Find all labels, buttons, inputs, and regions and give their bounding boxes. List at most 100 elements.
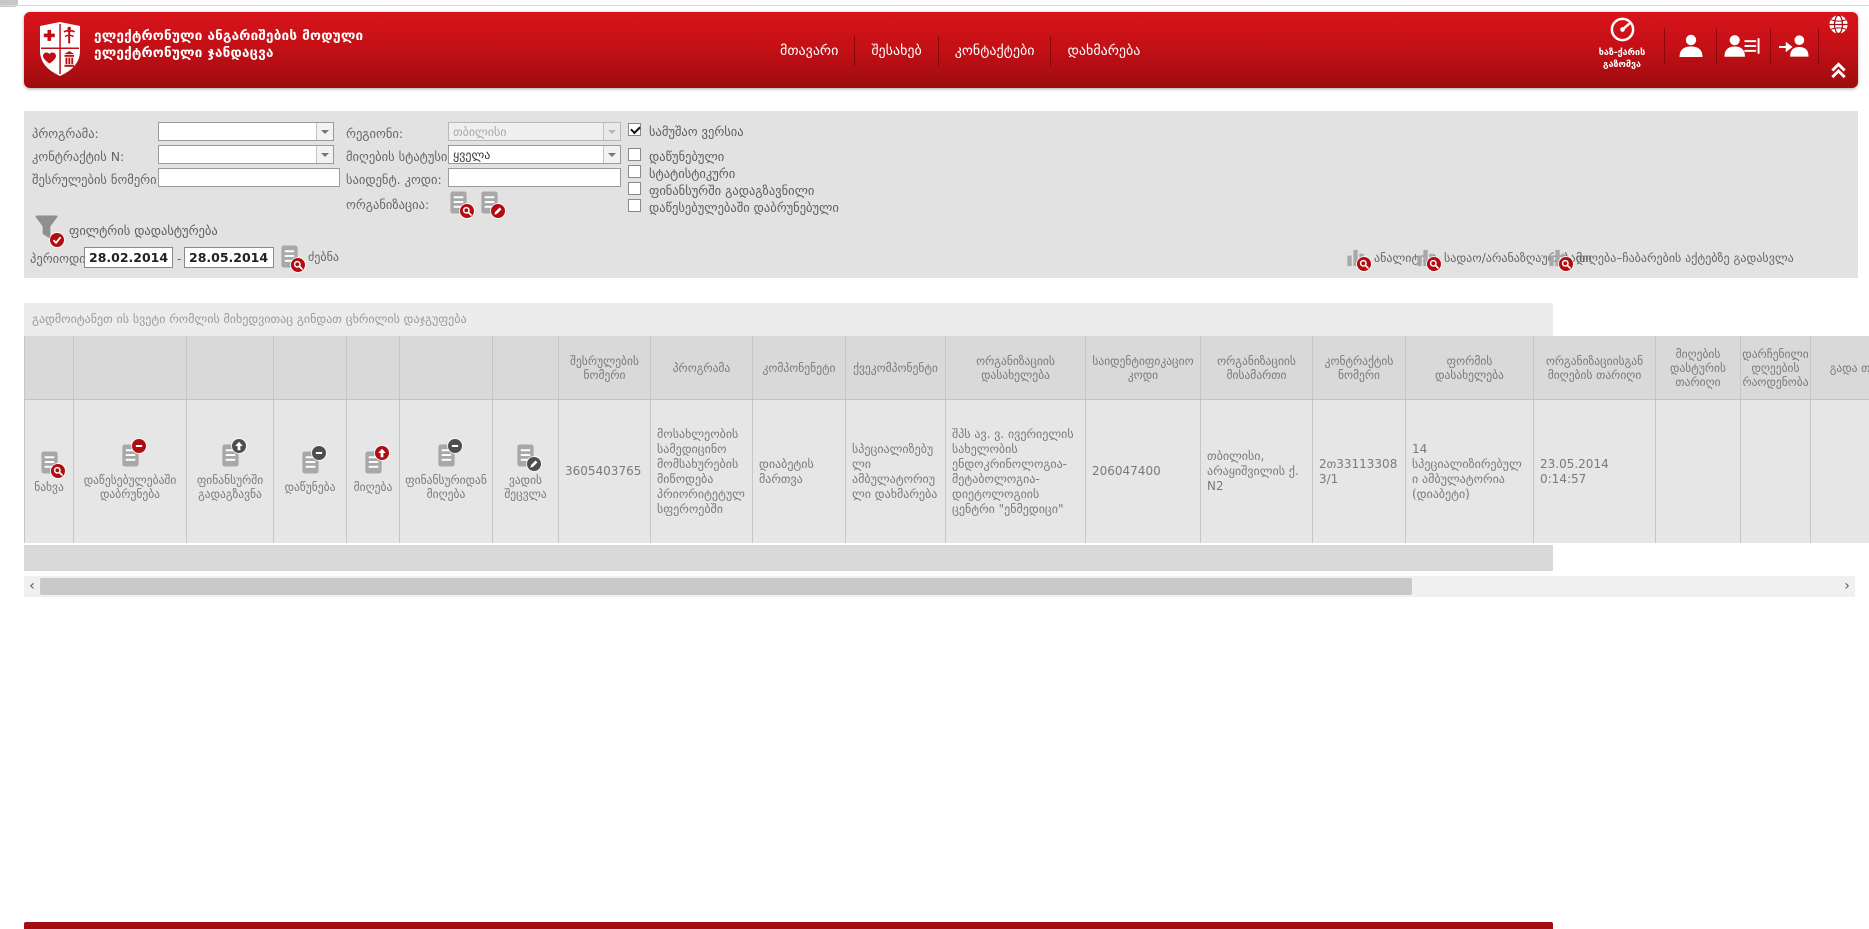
organization-search-button[interactable] xyxy=(448,190,469,218)
column-header-component[interactable]: კომპონენეტი xyxy=(753,336,846,399)
column-header-identification-code[interactable]: საიდენტიფიკაციო კოდი xyxy=(1086,336,1201,399)
cell-organization-address: თბილისი, არაყიშვილის ქ. N2 xyxy=(1201,400,1313,543)
checkbox-statistical[interactable] xyxy=(628,165,641,178)
column-header-change-deadline xyxy=(493,336,559,399)
contract-select[interactable] xyxy=(158,145,334,164)
document-icon xyxy=(436,443,457,468)
cell-component: დიაბეტის მართვა xyxy=(753,400,846,543)
scrollbar-thumb[interactable] xyxy=(40,578,1412,595)
user-switch-icon[interactable] xyxy=(1778,33,1809,63)
filter-confirm-label: ფილტრის დადასტურება xyxy=(69,223,218,238)
collapse-header-icon[interactable] xyxy=(1829,61,1848,84)
column-header-organization-address[interactable]: ორგანიზაციის მისამართი xyxy=(1201,336,1313,399)
status-select[interactable]: ყველა xyxy=(448,145,621,164)
column-header-received-from-org-date[interactable]: ორგანიზაციისგან მიღების თარიღი xyxy=(1534,336,1656,399)
checkbox-working-version-label: სამუშაო ვერსია xyxy=(649,124,744,139)
speed-test-label-line2: გაზომვა xyxy=(1584,60,1660,71)
period-from-input[interactable] xyxy=(84,247,173,268)
chevron-down-icon xyxy=(603,123,620,140)
document-icon xyxy=(515,443,536,468)
header-separator xyxy=(1818,28,1819,64)
user-profile-icon[interactable] xyxy=(1676,33,1706,63)
acceptance-acts-button[interactable]: მიღება–ჩაბარების აქტებზე გადასვლა xyxy=(1547,247,1794,268)
chevron-down-icon xyxy=(316,123,333,140)
pencil-badge-icon xyxy=(491,204,505,218)
speedometer-icon xyxy=(1609,28,1636,47)
row-action-reject[interactable]: დაწუნება xyxy=(274,400,347,543)
row-action-label: ნახვა xyxy=(34,480,64,494)
row-action-change-deadline[interactable]: ვადის შეცვლა xyxy=(493,400,559,543)
app-title: ელექტრონული ანგარიშების მოდული ელექტრონუ… xyxy=(94,28,363,62)
search-button-label: ძებნა xyxy=(308,250,339,264)
period-separator: - xyxy=(177,251,182,266)
header-separator xyxy=(1770,28,1771,64)
scroll-left-arrow-icon[interactable]: ‹ xyxy=(24,576,40,597)
column-header-remaining-days[interactable]: დარჩენილი დღეების რაოდენობა xyxy=(1741,336,1811,399)
row-action-label: ვადის შეცვლა xyxy=(495,473,556,501)
scroll-right-arrow-icon[interactable]: › xyxy=(1839,576,1855,597)
period-to-input[interactable] xyxy=(184,247,274,268)
cell-organization-name: შპს ავ. ვ. ივერიელის სახელობის ენდოკრინო… xyxy=(946,400,1086,543)
column-header-organization-name[interactable]: ორგანიზაციის დასახელება xyxy=(946,336,1086,399)
region-label: რეგიონი: xyxy=(346,126,403,141)
checkbox-returned-to-institution[interactable] xyxy=(628,199,641,212)
bar-chart-icon xyxy=(1345,247,1366,268)
column-header-contract-number[interactable]: კონტრაქტის ნომერი xyxy=(1313,336,1406,399)
row-action-view[interactable]: ნახვა xyxy=(25,400,74,543)
column-header-program[interactable]: პროგრამა xyxy=(651,336,753,399)
period-label: პერიოდი xyxy=(30,251,86,266)
cell-program: მოსახლეობის სამედიცინო მომსახურების მიწო… xyxy=(651,400,753,543)
magnifier-badge-icon xyxy=(51,464,65,478)
header-separator xyxy=(1664,28,1665,64)
column-header-subcomponent[interactable]: ქვეკომპონენტი xyxy=(846,336,946,399)
page-footer-bar xyxy=(24,922,1553,929)
minus-badge-icon xyxy=(312,446,326,460)
checkbox-sent-to-financial[interactable] xyxy=(628,182,641,195)
column-header-form-name[interactable]: ფორმის დასახელება xyxy=(1406,336,1534,399)
filter-confirm-button[interactable]: ფილტრის დადასტურება xyxy=(34,214,218,244)
column-header-performance-number[interactable]: შესრულების ნომერი xyxy=(559,336,651,399)
cell-clipped xyxy=(1811,400,1869,543)
column-header-clipped[interactable]: გადა თა xyxy=(1811,336,1869,399)
horizontal-scrollbar[interactable]: ‹ › xyxy=(24,576,1855,597)
minus-badge-icon xyxy=(132,439,146,453)
header-separator xyxy=(1716,28,1717,64)
cell-form-name: 14 სპეციალიზირებული ამბულატორია (დიაბეტი… xyxy=(1406,400,1534,543)
row-action-return-to-institution[interactable]: დაწესებულებაში დაბრუნება xyxy=(74,400,187,543)
nav-item-about[interactable]: შესახებ xyxy=(854,36,937,66)
acceptance-acts-button-label: მიღება–ჩაბარების აქტებზე გადასვლა xyxy=(1576,251,1794,265)
user-list-icon[interactable] xyxy=(1724,33,1761,63)
performance-number-input[interactable] xyxy=(158,168,340,187)
column-header-receive xyxy=(347,336,400,399)
checkbox-rejected[interactable] xyxy=(628,148,641,161)
program-label: პროგრამა: xyxy=(32,126,99,141)
program-select[interactable] xyxy=(158,122,334,141)
checkbox-working-version[interactable] xyxy=(628,123,641,136)
cell-received-from-org-date: 23.05.2014 0:14:57 xyxy=(1534,400,1656,543)
column-header-receipt-confirm-date[interactable]: მიღების დასტურის თარიღი xyxy=(1656,336,1741,399)
magnifier-badge-icon xyxy=(1559,257,1573,271)
nav-item-home[interactable]: მთავარი xyxy=(764,36,854,66)
row-action-receive[interactable]: მიღება xyxy=(347,400,400,543)
search-button[interactable]: ძებნა xyxy=(279,244,339,269)
row-action-send-to-financial[interactable]: ფინანსურში გადაგზავნა xyxy=(187,400,274,543)
results-table: შესრულების ნომერი პროგრამა კომპონენეტი ქ… xyxy=(24,336,1869,543)
ident-code-input[interactable] xyxy=(448,168,621,187)
main-nav: მთავარი შესახებ კონტაქტები დახმარება xyxy=(764,36,1156,66)
filter-panel: პროგრამა: რეგიონი: თბილისი კონტრაქტის N:… xyxy=(24,111,1858,278)
arrow-up-badge-icon xyxy=(375,446,389,460)
globe-language-icon[interactable] xyxy=(1828,14,1849,39)
check-badge-icon xyxy=(50,233,64,247)
app-title-line1: ელექტრონული ანგარიშების მოდული xyxy=(94,28,363,45)
magnifier-badge-icon xyxy=(1357,257,1371,271)
nav-item-contacts[interactable]: კონტაქტები xyxy=(938,36,1051,66)
nav-item-help[interactable]: დახმარება xyxy=(1050,36,1156,66)
ministry-shield-logo xyxy=(37,21,83,81)
row-action-receive-from-financial[interactable]: ფინანსურიდან მიღება xyxy=(400,400,493,543)
organization-edit-button[interactable] xyxy=(479,190,500,218)
pencil-badge-icon xyxy=(527,457,541,471)
checkbox-statistical-label: სტატისტიკური xyxy=(649,166,735,181)
speed-test-button[interactable]: ხაზ-ქარის გაზომვა xyxy=(1584,16,1660,71)
table-header-row: შესრულების ნომერი პროგრამა კომპონენეტი ქ… xyxy=(24,336,1869,400)
checkbox-sent-to-financial-label: ფინანსურში გადაგზავნილი xyxy=(649,183,814,198)
